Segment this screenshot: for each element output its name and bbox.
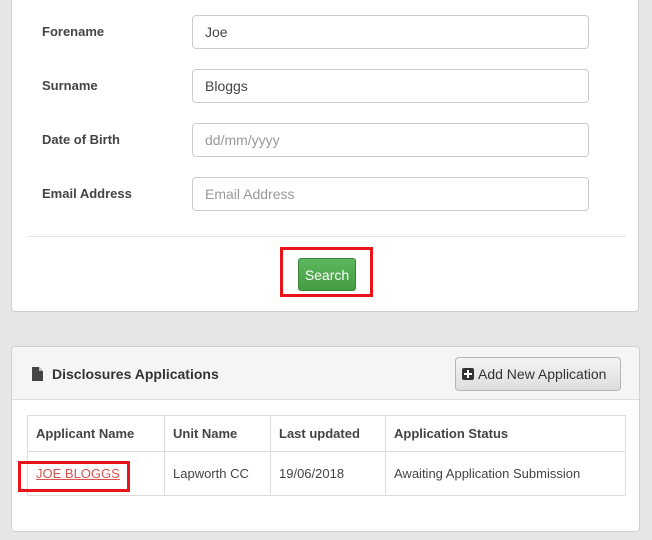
table-header-row: Applicant Name Unit Name Last updated Ap… (27, 415, 626, 452)
surname-label: Surname (42, 78, 98, 93)
forename-input[interactable] (192, 15, 589, 49)
plus-square-icon (462, 368, 474, 380)
applications-title: Disclosures Applications (52, 366, 219, 382)
last-updated-cell: 19/06/2018 (270, 451, 386, 496)
column-header-applicant-name: Applicant Name (27, 415, 165, 452)
applications-header: Disclosures Applications Add New Applica… (12, 347, 639, 400)
search-panel: Forename Surname Date of Birth Email Add… (11, 0, 639, 312)
document-icon (32, 367, 43, 381)
forename-row: Forename (12, 15, 638, 49)
surname-input[interactable] (192, 69, 589, 103)
email-label: Email Address (42, 186, 132, 201)
application-status-cell: Awaiting Application Submission (385, 451, 626, 496)
applicant-name-cell: JOE BLOGGS (18, 451, 165, 496)
add-new-application-button[interactable]: Add New Application (455, 357, 621, 391)
form-divider (28, 236, 626, 237)
applications-table: Applicant Name Unit Name Last updated Ap… (18, 415, 626, 496)
add-new-application-label: Add New Application (478, 366, 607, 382)
forename-label: Forename (42, 24, 105, 39)
applicant-name-link[interactable]: JOE BLOGGS (36, 466, 120, 481)
surname-row: Surname (12, 69, 638, 103)
dob-label: Date of Birth (42, 132, 120, 147)
table-row: JOE BLOGGS Lapworth CC 19/06/2018 Awaiti… (18, 451, 626, 496)
unit-name-cell: Lapworth CC (164, 451, 271, 496)
email-row: Email Address (12, 177, 638, 211)
applications-panel: Disclosures Applications Add New Applica… (11, 346, 640, 532)
column-header-unit-name: Unit Name (164, 415, 271, 452)
search-button[interactable]: Search (298, 258, 356, 291)
column-header-application-status: Application Status (385, 415, 626, 452)
email-input[interactable] (192, 177, 589, 211)
dob-row: Date of Birth (12, 123, 638, 157)
column-header-last-updated: Last updated (270, 415, 386, 452)
dob-input[interactable] (192, 123, 589, 157)
